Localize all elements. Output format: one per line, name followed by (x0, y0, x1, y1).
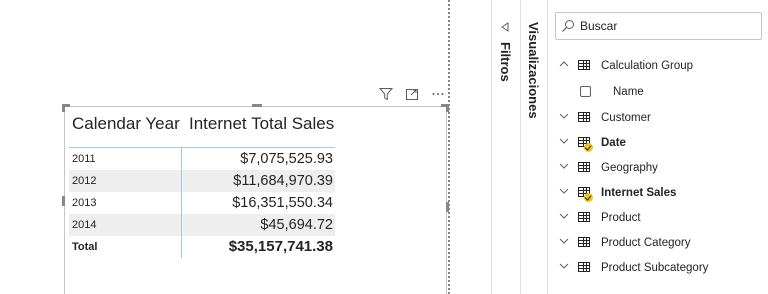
field-table-label: Calculation Group (601, 59, 694, 72)
chevron-down-icon[interactable] (548, 186, 572, 199)
chevron-down-icon[interactable] (548, 261, 572, 274)
table-row[interactable]: 2013 $16,351,550.34 (69, 191, 335, 214)
table-icon (577, 186, 593, 202)
total-row[interactable]: Total $35,157,741.38 (69, 235, 335, 258)
resize-handle-top-left[interactable] (62, 104, 65, 112)
row-year: 2014 (69, 213, 181, 236)
field-table-label: Product (601, 211, 641, 224)
row-value: $7,075,525.93 (180, 147, 335, 170)
search-icon (556, 13, 580, 39)
row-value: $11,684,970.39 (180, 169, 335, 192)
chevron-down-icon[interactable] (548, 161, 572, 174)
field-table-product[interactable]: Product (548, 205, 768, 230)
resize-handle-right[interactable] (446, 202, 449, 212)
report-canvas[interactable]: Calendar Year Internet Total Sales 2011 … (0, 0, 491, 294)
chevron-down-icon[interactable] (548, 236, 572, 249)
table-icon (577, 211, 593, 224)
fields-pane: Buscar Calculation Group Name Customer D… (547, 0, 768, 294)
chevron-down-icon[interactable] (548, 111, 572, 124)
field-table-label: Customer (601, 111, 651, 124)
header-row: Calendar Year Internet Total Sales (69, 114, 335, 148)
table-row[interactable]: 2012 $11,684,970.39 (69, 169, 335, 192)
row-value: $16,351,550.34 (180, 191, 335, 214)
field-table-geography[interactable]: Geography (548, 155, 768, 180)
matrix-visual[interactable]: Calendar Year Internet Total Sales 2011 … (62, 88, 449, 294)
filters-pane-title[interactable]: Filtros (498, 42, 513, 82)
table-icon (577, 111, 593, 124)
resize-handle-top-right[interactable] (446, 104, 449, 112)
matrix-table: Calendar Year Internet Total Sales 2011 … (69, 114, 335, 258)
filter-icon[interactable] (378, 86, 394, 102)
table-icon (577, 136, 593, 152)
table-icon (577, 59, 593, 72)
row-value: $45,694.72 (180, 213, 335, 236)
visualizations-pane[interactable]: Visualizaciones (520, 0, 547, 294)
field-column-label: Name (613, 85, 644, 98)
table-icon (577, 161, 593, 174)
checkmark-icon (584, 143, 593, 152)
table-icon (577, 236, 593, 249)
field-table-label: Date (601, 136, 626, 149)
field-column-name[interactable]: Name (548, 78, 768, 105)
more-options-icon[interactable] (430, 86, 446, 102)
chevron-down-icon[interactable] (548, 211, 572, 224)
field-table-product-category[interactable]: Product Category (548, 230, 768, 255)
field-checkbox[interactable] (580, 86, 591, 97)
page-boundary (448, 0, 450, 294)
field-table-product-subcategory[interactable]: Product Subcategory (548, 255, 768, 280)
field-table-date[interactable]: Date (548, 130, 768, 155)
field-table-calculation-group[interactable]: Calculation Group (548, 53, 768, 78)
field-table-internet-sales[interactable]: Internet Sales (548, 180, 768, 205)
row-year: 2011 (69, 147, 181, 170)
column-header-calendar-year[interactable]: Calendar Year (69, 114, 181, 148)
fields-search-box[interactable]: Buscar (555, 12, 762, 40)
search-input[interactable]: Buscar (580, 19, 617, 33)
table-row[interactable]: 2011 $7,075,525.93 (69, 147, 335, 170)
visual-header (378, 86, 446, 102)
field-list: Calculation Group Name Customer Date Geo… (548, 53, 768, 280)
field-table-label: Product Category (601, 236, 691, 249)
focus-mode-icon[interactable] (404, 86, 420, 102)
field-table-label: Internet Sales (601, 186, 677, 199)
table-icon (577, 261, 593, 274)
expand-filters-icon[interactable] (500, 22, 510, 35)
field-table-label: Product Subcategory (601, 261, 709, 274)
resize-handle-top[interactable] (252, 104, 262, 107)
chevron-down-icon[interactable] (548, 136, 572, 149)
row-year: 2013 (72, 196, 97, 209)
chevron-up-icon[interactable] (548, 59, 572, 72)
resize-handle-left[interactable] (62, 196, 65, 206)
total-value: $35,157,741.38 (180, 235, 335, 258)
filters-pane[interactable]: Filtros (491, 0, 520, 294)
total-label: Total (72, 240, 98, 253)
visualizations-pane-title[interactable]: Visualizaciones (526, 22, 541, 119)
table-row[interactable]: 2014 $45,694.72 (69, 213, 335, 236)
checkmark-icon (584, 193, 593, 202)
column-header-internet-total-sales[interactable]: Internet Total Sales (181, 114, 335, 148)
row-year: 2012 (69, 169, 181, 192)
field-table-label: Geography (601, 161, 658, 174)
field-table-customer[interactable]: Customer (548, 105, 768, 130)
